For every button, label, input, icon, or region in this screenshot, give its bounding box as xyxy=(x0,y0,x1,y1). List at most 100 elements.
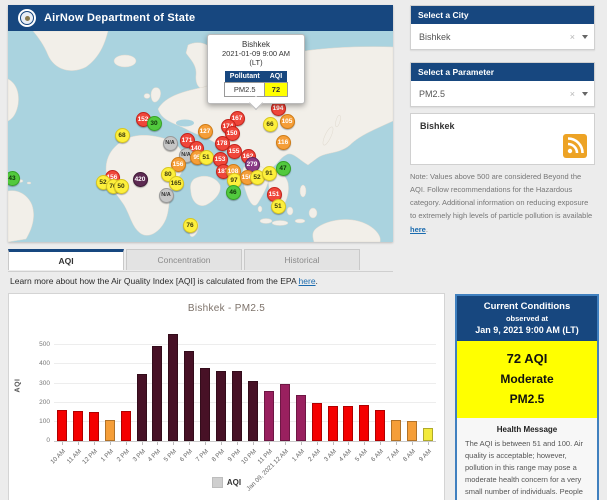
aqi-bar[interactable] xyxy=(296,395,306,441)
aqi-map-marker[interactable]: 165 xyxy=(169,176,184,191)
aqi-bar[interactable] xyxy=(200,368,210,441)
aqi-bar[interactable] xyxy=(232,371,242,441)
chart-title: Bishkek - PM2.5 xyxy=(9,303,444,314)
parameter-value[interactable]: PM2.5 xyxy=(419,89,570,99)
department-of-state-seal-icon xyxy=(18,9,36,27)
select-city-label: Select a City xyxy=(411,6,594,24)
aqi-bar[interactable] xyxy=(89,412,99,441)
aqi-bar[interactable] xyxy=(168,334,178,441)
city-value[interactable]: Bishkek xyxy=(419,32,570,42)
x-tick xyxy=(412,442,413,445)
aqi-map-marker[interactable]: 116 xyxy=(276,135,291,150)
aqi-map-marker[interactable]: 47 xyxy=(276,161,291,176)
parameter-dropdown-arrow-icon[interactable] xyxy=(582,92,588,96)
aqi-map-marker[interactable]: 127 xyxy=(198,124,213,139)
select-city-box: Select a City Bishkek × xyxy=(410,5,595,50)
x-tick xyxy=(380,442,381,445)
parameter-combobox[interactable]: PM2.5 × xyxy=(411,81,594,106)
x-tick xyxy=(348,442,349,445)
x-tick xyxy=(189,442,190,445)
legend-swatch xyxy=(212,477,223,488)
city-clear-icon[interactable]: × xyxy=(570,32,575,42)
popup-aqi-value: 72 xyxy=(265,82,287,96)
rss-feed-box: Bishkek xyxy=(410,113,595,165)
aqi-bar[interactable] xyxy=(280,384,290,441)
aqi-bar[interactable] xyxy=(264,391,274,441)
aqi-bar[interactable] xyxy=(423,428,433,441)
chart-plot-area xyxy=(54,328,436,442)
aqi-bar[interactable] xyxy=(391,420,401,441)
gridline xyxy=(54,363,436,364)
x-tick xyxy=(221,442,222,445)
epa-here-link[interactable]: here xyxy=(299,276,316,286)
aqi-map-marker[interactable]: N/A xyxy=(159,188,174,203)
parameter-clear-icon[interactable]: × xyxy=(570,89,575,99)
rss-icon[interactable] xyxy=(563,134,587,158)
y-tick-label: 200 xyxy=(20,399,50,406)
popup-city: Bishkek xyxy=(212,40,300,49)
aqi-map-marker[interactable]: 91 xyxy=(262,166,277,181)
aqi-bar[interactable] xyxy=(121,411,131,441)
note-here-link[interactable]: here xyxy=(410,225,426,234)
health-message-text: The AQI is between 51 and 100. Air quali… xyxy=(465,438,589,500)
x-tick xyxy=(285,442,286,445)
popup-col-aqi: AQI xyxy=(265,71,287,83)
aqi-bar[interactable] xyxy=(57,410,67,441)
aqi-map-marker[interactable]: N/A xyxy=(163,136,178,151)
y-tick-label: 300 xyxy=(20,380,50,387)
learn-more-prefix: Learn more about how the Air Quality Ind… xyxy=(10,276,299,286)
x-tick xyxy=(317,442,318,445)
aqi-bar[interactable] xyxy=(343,406,353,441)
aqi-bar[interactable] xyxy=(73,411,83,441)
current-aqi-block: 72 AQI Moderate PM2.5 xyxy=(457,341,597,418)
aqi-map-marker[interactable]: 420 xyxy=(133,172,148,187)
aqi-map-marker[interactable]: 105 xyxy=(280,114,295,129)
learn-more-text: Learn more about how the Air Quality Ind… xyxy=(10,276,318,286)
aqi-map-marker[interactable]: 50 xyxy=(114,179,129,194)
aqi-bar[interactable] xyxy=(137,374,147,441)
aqi-map-marker[interactable]: 76 xyxy=(183,218,198,233)
aqi-map-marker[interactable]: 51 xyxy=(271,199,286,214)
aqi-bar[interactable] xyxy=(312,403,322,441)
current-aqi-value: 72 AQI xyxy=(461,351,593,366)
world-aqi-map[interactable]: 436815230N/A171127140N/A955115680165N/A4… xyxy=(8,31,393,242)
rss-city-label: Bishkek xyxy=(420,121,455,131)
y-tick-label: 500 xyxy=(20,341,50,348)
x-tick xyxy=(62,442,63,445)
aqi-map-marker[interactable]: 66 xyxy=(263,117,278,132)
tab-historical[interactable]: Historical xyxy=(244,249,360,270)
app-header: AirNow Department of State xyxy=(8,5,393,31)
tab-concentration[interactable]: Concentration xyxy=(126,249,242,270)
aqi-bar[interactable] xyxy=(328,406,338,441)
aqi-map-marker[interactable]: 68 xyxy=(115,128,130,143)
aqi-bar[interactable] xyxy=(375,410,385,441)
aqi-bar[interactable] xyxy=(359,405,369,441)
popup-pollutant-value: PM2.5 xyxy=(225,82,265,96)
learn-more-suffix: . xyxy=(316,276,318,286)
aqi-bar[interactable] xyxy=(152,346,162,441)
x-tick xyxy=(126,442,127,445)
aqi-map-marker[interactable]: 43 xyxy=(8,171,20,186)
x-tick xyxy=(253,442,254,445)
city-combobox[interactable]: Bishkek × xyxy=(411,24,594,49)
city-dropdown-arrow-icon[interactable] xyxy=(582,35,588,39)
x-tick xyxy=(205,442,206,445)
aqi-map-marker[interactable]: 46 xyxy=(226,185,241,200)
beyond-aqi-note: Note: Values above 500 are considered Be… xyxy=(410,170,596,236)
tab-aqi[interactable]: AQI xyxy=(8,249,124,270)
current-conditions-title: Current Conditions xyxy=(461,301,593,312)
aqi-map-marker[interactable]: 30 xyxy=(147,116,162,131)
aqi-bar[interactable] xyxy=(184,351,194,441)
aqi-bar[interactable] xyxy=(407,421,417,441)
aqi-map-marker[interactable]: 51 xyxy=(199,150,214,165)
observed-datetime: Jan 9, 2021 9:00 AM (LT) xyxy=(461,325,593,335)
popup-timezone: (LT) xyxy=(212,58,300,67)
aqi-map-marker[interactable]: 155 xyxy=(227,144,242,159)
x-tick xyxy=(110,442,111,445)
x-tick xyxy=(333,442,334,445)
chart-legend: AQI xyxy=(9,477,444,488)
popup-col-pollutant: Pollutant xyxy=(225,71,265,83)
aqi-bar[interactable] xyxy=(105,420,115,441)
aqi-bar[interactable] xyxy=(248,381,258,441)
aqi-bar[interactable] xyxy=(216,371,226,441)
